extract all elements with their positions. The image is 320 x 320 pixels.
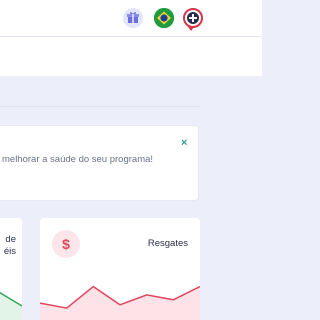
- help-pointer: [188, 27, 194, 31]
- left-card-chart: [0, 291, 22, 320]
- dollar-glyph: $: [62, 236, 70, 252]
- dollar-icon: $: [52, 230, 80, 258]
- brazil-flag-icon[interactable]: [154, 8, 174, 28]
- chart-area: [40, 286, 200, 320]
- card-left-title-line1: de: [5, 234, 16, 245]
- notice-banner: melhorar a saúde do seu programa! ×: [0, 125, 199, 201]
- card-left-title-line2: éis: [3, 246, 16, 257]
- top-bar: [0, 0, 262, 37]
- gift-icon[interactable]: [123, 8, 143, 28]
- sub-header: [0, 37, 262, 76]
- help-plus-icon[interactable]: [183, 8, 203, 28]
- close-icon[interactable]: ×: [181, 137, 187, 149]
- card-title: Resgates: [147, 238, 188, 249]
- resgates-card: $ Resgates: [40, 218, 200, 320]
- stats-card-left: de éis: [0, 218, 22, 320]
- card-left-title: de éis: [4, 234, 16, 258]
- resgates-chart: [40, 285, 200, 320]
- notice-text: melhorar a saúde do seu programa!: [2, 154, 154, 165]
- divider: [0, 106, 200, 107]
